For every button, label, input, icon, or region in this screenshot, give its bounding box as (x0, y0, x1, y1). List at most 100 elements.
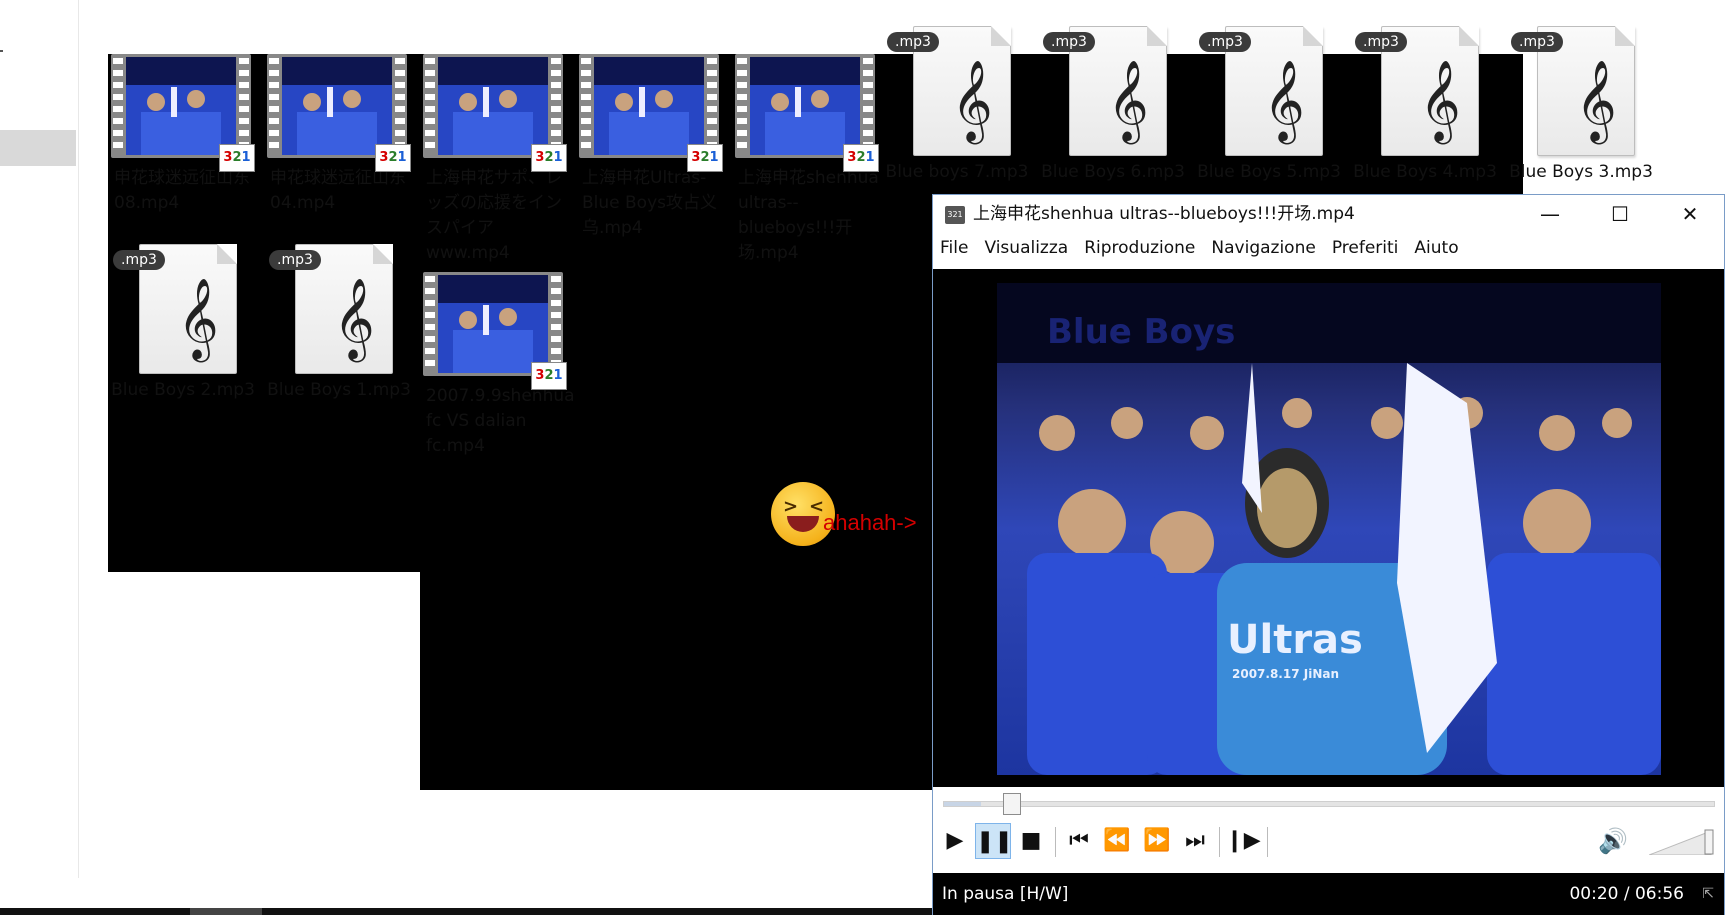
volume-icon[interactable]: 🔊 (1593, 823, 1633, 859)
file-name-label: 申花球迷远征山东04.mp4 (270, 168, 406, 213)
time-display: 00:20 / 06:56 (1569, 884, 1684, 904)
menu-navigazione[interactable]: Navigazione (1203, 233, 1323, 263)
taskbar (0, 908, 932, 915)
audio-file-item[interactable]: 𝄞 .mp3 Blue Boys 6.mp3 (1038, 26, 1198, 185)
treble-clef-icon: 𝄞 (333, 277, 375, 359)
close-button[interactable]: ✕ (1655, 195, 1725, 233)
music-file-icon: 𝄞 .mp3 (1197, 26, 1337, 160)
file-name-label: 上海申花Ultras-Blue Boys攻占义乌.mp4 (582, 168, 718, 238)
nav-selected-item[interactable] (0, 130, 76, 166)
audio-file-item[interactable]: 𝄞 .mp3 Blue boys 7.mp3 (882, 26, 1042, 185)
media-player-window[interactable]: 321 上海申花shenhua ultras--blueboys!!!开场.mp… (932, 194, 1725, 915)
maximize-button[interactable]: ☐ (1585, 195, 1655, 233)
music-file-icon: 𝄞 .mp3 (111, 244, 251, 378)
file-name-label: Blue Boys 6.mp3 (1041, 162, 1185, 182)
video-thumbnail: 321 (267, 54, 411, 172)
mpc-file-icon: 321 (687, 144, 723, 172)
video-preview (750, 57, 860, 155)
file-name-label: 上海申花サポ、レッズの応援をインスパイアwww.mp4 (426, 168, 562, 263)
volume-thumb (1704, 829, 1714, 855)
video-thumbnail: 321 (423, 272, 567, 390)
video-frame-image: Blue Boys Ultras 2007.8.17 JiNan (997, 283, 1661, 775)
video-preview (438, 57, 548, 155)
mp3-badge: .mp3 (1355, 32, 1407, 52)
hw-decoder-icon: ⇱ (1702, 886, 1714, 902)
frame-step-icon[interactable]: ❙▶ (1225, 823, 1261, 859)
music-file-icon: 𝄞 .mp3 (1041, 26, 1181, 160)
navigation-pane[interactable] (0, 0, 79, 878)
playback-controls: ▶ ❚❚ ■ ⏮ ⏪ ⏩ ⏭ ❙▶ 🔊 (933, 823, 1724, 863)
menu-aiuto[interactable]: Aiuto (1406, 233, 1466, 263)
minimize-button[interactable]: — (1515, 195, 1585, 233)
audio-file-item[interactable]: 𝄞 .mp3 Blue Boys 3.mp3 (1506, 26, 1666, 185)
volume-slider[interactable] (1649, 829, 1715, 855)
audio-file-item[interactable]: 𝄞 .mp3 Blue Boys 4.mp3 (1350, 26, 1510, 185)
next-icon[interactable]: ⏭ (1177, 823, 1213, 859)
annotation-text: ahahah-> (823, 510, 917, 535)
mpc-file-icon: 321 (375, 144, 411, 172)
mpc-app-icon: 321 (945, 206, 965, 224)
menu-preferiti[interactable]: Preferiti (1324, 233, 1407, 263)
video-thumbnail: 321 (735, 54, 879, 172)
music-file-icon: 𝄞 .mp3 (1509, 26, 1649, 160)
fast-forward-icon[interactable]: ⏩ (1139, 823, 1175, 859)
seek-bar[interactable] (943, 793, 1715, 815)
play-icon[interactable]: ▶ (937, 823, 973, 859)
menu-bar: File Visualizza Riproduzione Navigazione Pre… (933, 233, 1724, 263)
music-file-icon: 𝄞 .mp3 (885, 26, 1025, 160)
video-preview (594, 57, 704, 155)
file-name-label: 2007.9.9shenhuafc VS dalian fc.mp4 (426, 386, 575, 456)
music-file-icon: 𝄞 .mp3 (1353, 26, 1493, 160)
seek-thumb[interactable] (1002, 793, 1021, 815)
video-frame: Blue Boys Ultras 2007.8.17 JiNan (997, 283, 1661, 775)
shirt-text: Ultras (1227, 617, 1363, 663)
shirt-subtext: 2007.8.17 JiNan (1232, 667, 1339, 681)
audio-file-item[interactable]: 𝄞 .mp3 Blue Boys 2.mp3 (108, 244, 268, 403)
mpc-file-icon: 321 (219, 144, 255, 172)
window-title: 上海申花shenhua ultras--blueboys!!!开场.mp4 (973, 204, 1355, 224)
title-bar[interactable]: 321 上海申花shenhua ultras--blueboys!!!开场.mp… (933, 195, 1724, 233)
file-name-label: Blue Boys 5.mp3 (1197, 162, 1341, 182)
nav-expand-marker (0, 50, 3, 52)
video-thumbnail: 321 (579, 54, 723, 172)
audio-file-item[interactable]: 𝄞 .mp3 Blue Boys 1.mp3 (264, 244, 424, 403)
file-name-label: Blue Boys 2.mp3 (111, 380, 255, 400)
mp3-badge: .mp3 (113, 250, 165, 270)
menu-file[interactable]: File (933, 233, 976, 263)
file-name-label: 申花球迷远征山东08.mp4 (114, 168, 250, 213)
mp3-badge: .mp3 (1043, 32, 1095, 52)
music-file-icon: 𝄞 .mp3 (267, 244, 407, 378)
menu-visualizza[interactable]: Visualizza (976, 233, 1076, 263)
audio-file-item[interactable]: 𝄞 .mp3 Blue Boys 5.mp3 (1194, 26, 1354, 185)
treble-clef-icon: 𝄞 (1107, 59, 1149, 141)
previous-icon[interactable]: ⏮ (1061, 823, 1097, 859)
video-watermark: Blue Boys (1047, 312, 1235, 352)
mp3-badge: .mp3 (1199, 32, 1251, 52)
treble-clef-icon: 𝄞 (177, 277, 219, 359)
taskbar-active-item[interactable] (190, 908, 262, 915)
mp3-badge: .mp3 (1511, 32, 1563, 52)
stop-icon[interactable]: ■ (1013, 823, 1049, 859)
mpc-file-icon: 321 (531, 144, 567, 172)
separator (1219, 827, 1220, 857)
file-name-label: 上海申花shenhua ultras--blueboys!!!开场.mp4 (738, 168, 879, 263)
separator (1055, 827, 1056, 857)
separator (1267, 827, 1268, 857)
treble-clef-icon: 𝄞 (951, 59, 993, 141)
mpc-file-icon: 321 (843, 144, 879, 172)
status-bar: In pausa [H/W] 00:20 / 06:56 ⇱ (933, 873, 1724, 915)
video-preview (126, 57, 236, 155)
treble-clef-icon: 𝄞 (1419, 59, 1461, 141)
file-name-label: Blue Boys 3.mp3 (1509, 162, 1653, 182)
video-preview (282, 57, 392, 155)
file-name-label: Blue Boys 4.mp3 (1353, 162, 1497, 182)
video-area[interactable]: Blue Boys Ultras 2007.8.17 JiNan (933, 269, 1724, 787)
file-name-label: Blue boys 7.mp3 (885, 162, 1029, 182)
video-thumbnail: 321 (423, 54, 567, 172)
rewind-icon[interactable]: ⏪ (1099, 823, 1135, 859)
file-name-label: Blue Boys 1.mp3 (267, 380, 411, 400)
pause-icon[interactable]: ❚❚ (975, 823, 1013, 859)
treble-clef-icon: 𝄞 (1575, 59, 1617, 141)
menu-riproduzione[interactable]: Riproduzione (1076, 233, 1203, 263)
treble-clef-icon: 𝄞 (1263, 59, 1305, 141)
